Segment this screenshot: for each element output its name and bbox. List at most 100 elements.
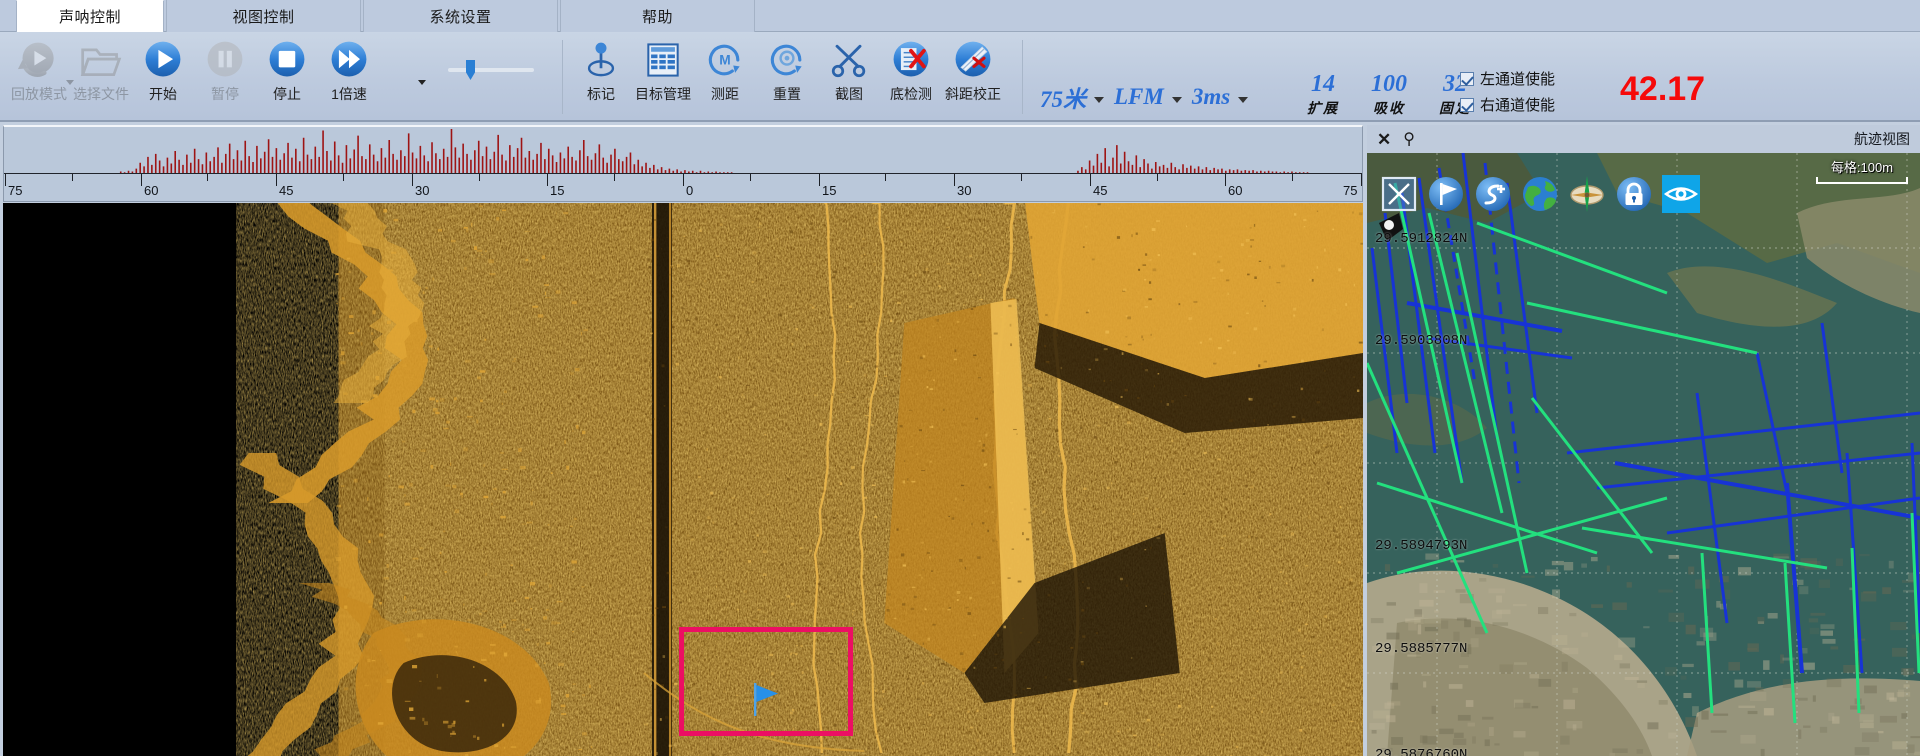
sonar-waterfall[interactable] bbox=[3, 203, 1363, 756]
open-folder-icon bbox=[79, 38, 123, 82]
globe-icon[interactable] bbox=[1521, 175, 1559, 213]
stop-button[interactable]: 停止 bbox=[256, 32, 318, 118]
ruler-label: 15 bbox=[550, 183, 564, 198]
right-channel-label: 右通道使能 bbox=[1480, 94, 1555, 115]
spread-gain-label: 扩展 bbox=[1307, 98, 1339, 118]
select-file-button[interactable]: 选择文件 bbox=[70, 32, 132, 118]
playback-mode-button[interactable]: 回放模式 bbox=[8, 32, 70, 118]
measure-button[interactable]: M 测距 bbox=[694, 32, 756, 118]
tab-label: 视图控制 bbox=[232, 6, 294, 27]
right-channel-enable-checkbox[interactable]: 右通道使能 bbox=[1460, 94, 1555, 115]
compass-icon[interactable] bbox=[1568, 175, 1606, 213]
pause-icon bbox=[203, 38, 247, 82]
replay-mode-icon bbox=[17, 38, 61, 82]
eye-icon[interactable] bbox=[1662, 175, 1700, 213]
target-manage-button[interactable]: 目标管理 bbox=[632, 32, 694, 118]
checkbox-checked-icon bbox=[1460, 72, 1474, 86]
pause-button[interactable]: 暂停 bbox=[194, 32, 256, 118]
playback-mode-label: 回放模式 bbox=[11, 84, 67, 104]
ruler-tick-minor bbox=[1292, 174, 1293, 181]
track-plus-icon[interactable] bbox=[1474, 175, 1512, 213]
tab-label: 声呐控制 bbox=[59, 6, 121, 27]
play-icon bbox=[141, 38, 185, 82]
left-channel-enable-checkbox[interactable]: 左通道使能 bbox=[1460, 68, 1555, 89]
marker-pin-icon bbox=[579, 38, 623, 82]
checkbox-checked-icon bbox=[1460, 98, 1474, 112]
target-flag-marker[interactable] bbox=[753, 681, 779, 717]
tab-view-control[interactable]: 视图控制 bbox=[166, 0, 361, 32]
reset-gear-icon bbox=[765, 38, 809, 82]
tab-system-settings[interactable]: 系统设置 bbox=[363, 0, 558, 32]
ruler-label: 75 bbox=[1343, 183, 1357, 198]
screenshot-label: 截图 bbox=[835, 84, 863, 104]
ruler-tick-minor bbox=[207, 174, 208, 181]
start-label: 开始 bbox=[149, 84, 177, 104]
map-canvas[interactable]: 每格:100m bbox=[1367, 153, 1920, 756]
pin-icon[interactable]: ⚲ bbox=[1403, 131, 1415, 147]
ruler-tick-major bbox=[1090, 174, 1091, 186]
ruler-tick-major bbox=[683, 174, 684, 186]
latitude-label: 29.5894793N bbox=[1375, 538, 1467, 554]
close-icon[interactable]: ✕ bbox=[1377, 131, 1391, 148]
ruler-label: 75 bbox=[8, 183, 22, 198]
slant-correct-icon bbox=[951, 38, 995, 82]
ruler-tick-minor bbox=[750, 174, 751, 181]
ruler-tick-minor bbox=[1157, 174, 1158, 181]
ruler-tick-major bbox=[276, 174, 277, 186]
tab-sonar-control[interactable]: 声呐控制 bbox=[16, 0, 164, 32]
ruler-tick-major bbox=[1225, 174, 1226, 186]
absorption-gain[interactable]: 100 吸收 bbox=[1363, 72, 1415, 118]
ruler-tick-minor bbox=[885, 174, 886, 181]
pause-label: 暂停 bbox=[211, 84, 239, 104]
slider-thumb[interactable] bbox=[466, 60, 475, 80]
track-view-panel: ✕ ⚲ 航迹视图 每格:100m bbox=[1367, 125, 1920, 756]
ruler-tick-minor bbox=[72, 174, 73, 181]
flag-icon[interactable] bbox=[1427, 175, 1465, 213]
select-file-label: 选择文件 bbox=[73, 84, 129, 104]
spread-gain[interactable]: 14 扩展 bbox=[1297, 72, 1349, 118]
ruler-tick-minor bbox=[1021, 174, 1022, 181]
ruler-tick-major bbox=[547, 174, 548, 186]
reset-label: 重置 bbox=[773, 84, 801, 104]
bottom-detect-icon bbox=[889, 38, 933, 82]
target-table-icon bbox=[641, 38, 685, 82]
ruler-tick-major bbox=[141, 174, 142, 186]
ruler-label: 0 bbox=[686, 183, 693, 198]
pulse-width-caret-icon[interactable] bbox=[1238, 97, 1248, 103]
ruler-tick-minor bbox=[343, 174, 344, 181]
ribbon-toolbar: 回放模式 选择文件 开始 bbox=[0, 32, 1920, 122]
pulse-width-value[interactable]: 3ms bbox=[1192, 84, 1230, 110]
ruler-tick-major bbox=[1361, 174, 1362, 186]
x-box-icon[interactable] bbox=[1380, 175, 1418, 213]
left-channel-label: 左通道使能 bbox=[1480, 68, 1555, 89]
range-caret-icon[interactable] bbox=[1094, 97, 1104, 103]
depth-readout: 42.17 bbox=[1620, 70, 1705, 109]
speed-caret[interactable] bbox=[418, 80, 426, 85]
speed-button[interactable]: 1倍速 bbox=[318, 32, 380, 118]
pulse-type-value[interactable]: LFM bbox=[1114, 84, 1164, 110]
spread-gain-value: 14 bbox=[1311, 72, 1335, 96]
lock-icon[interactable] bbox=[1615, 175, 1653, 213]
tab-label: 系统设置 bbox=[429, 6, 491, 27]
ruler-tick-major bbox=[5, 174, 6, 186]
ruler-tick-minor bbox=[479, 174, 480, 181]
range-ruler[interactable]: 756045301501530456075 bbox=[4, 173, 1362, 201]
screenshot-button[interactable]: 截图 bbox=[818, 32, 880, 118]
tab-help[interactable]: 帮助 bbox=[560, 0, 755, 32]
gain-settings: 14 扩展 100 吸收 32 固定 bbox=[1297, 72, 1481, 118]
slant-correct-button[interactable]: 斜距校正 bbox=[942, 32, 1004, 118]
range-value[interactable]: 75米 bbox=[1040, 80, 1086, 114]
tools-group: 标记 目标管理 M bbox=[570, 32, 1004, 122]
sonar-parameters: 75米 LFM 3ms bbox=[1040, 80, 1252, 114]
pulse-type-caret-icon[interactable] bbox=[1172, 97, 1182, 103]
latitude-label: 29.5903808N bbox=[1375, 333, 1467, 349]
playback-speed-slider[interactable] bbox=[448, 68, 534, 72]
bottom-detect-button[interactable]: 底检测 bbox=[880, 32, 942, 118]
mark-button[interactable]: 标记 bbox=[570, 32, 632, 118]
start-button[interactable]: 开始 bbox=[132, 32, 194, 118]
bottom-echo-trace bbox=[4, 127, 1362, 173]
application-window: 声呐控制 视图控制 系统设置 帮助 回放模式 bbox=[0, 0, 1920, 756]
scissors-icon bbox=[827, 38, 871, 82]
reset-button[interactable]: 重置 bbox=[756, 32, 818, 118]
stop-icon bbox=[265, 38, 309, 82]
